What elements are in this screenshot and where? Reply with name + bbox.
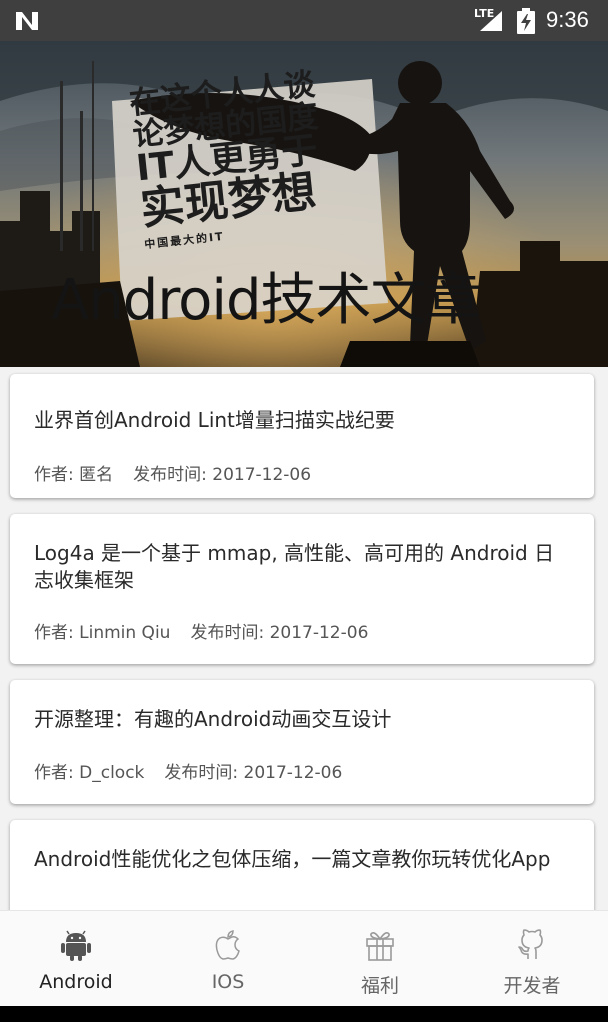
tab-developer[interactable]: 开发者 (456, 911, 608, 1007)
system-nav-bar (0, 1006, 608, 1022)
tab-label: 开发者 (503, 975, 561, 997)
article-date: 发布时间: 2017-12-06 (190, 623, 369, 643)
article-title: Log4a 是一个基于 mmap, 高性能、高可用的 Android 日志收集框… (34, 541, 555, 592)
article-date: 发布时间: 2017-12-06 (164, 763, 343, 783)
tab-label: Android (39, 971, 113, 993)
battery-charging-icon (517, 8, 535, 34)
article-card[interactable]: 开源整理：有趣的Android动画交互设计 作者: D_clock 发布时间: 2… (10, 680, 594, 804)
article-author: 作者: 匿名 (34, 465, 114, 485)
poster-slogan: 在这个人人谈 论梦想的国度 IT人更勇于 实现梦想 中国最大的IT (128, 64, 384, 251)
article-author: 作者: D_clock (34, 763, 145, 783)
android-icon (61, 930, 91, 961)
page-title: Android技术文章 (51, 268, 482, 333)
article-author: 作者: Linmin Qiu (34, 623, 171, 643)
hero-banner: 在这个人人谈 论梦想的国度 IT人更勇于 实现梦想 中国最大的IT Androi… (0, 41, 608, 367)
apple-icon (215, 930, 240, 960)
article-title: 开源整理：有趣的Android动画交互设计 (34, 707, 392, 731)
github-icon (518, 929, 543, 959)
clock: 9:36 (546, 7, 589, 32)
article-title: Android性能优化之包体压缩，一篇文章教你玩转优化App (34, 847, 551, 871)
article-meta: 作者: Linmin Qiu 发布时间: 2017-12-06 (34, 618, 368, 643)
article-date: 发布时间: 2017-12-06 (133, 465, 312, 485)
bottom-navigation: Android IOS 福利 开发者 (0, 910, 608, 1006)
article-list[interactable]: 业界首创Android Lint增量扫描实战纪要 作者: 匿名 发布时间: 201… (0, 367, 608, 910)
tab-android[interactable]: Android (0, 911, 152, 1007)
gift-icon (366, 932, 394, 961)
article-title: 业界首创Android Lint增量扫描实战纪要 (34, 408, 395, 432)
article-card[interactable]: Log4a 是一个基于 mmap, 高性能、高可用的 Android 日志收集框… (10, 514, 594, 664)
tab-welfare[interactable]: 福利 (304, 911, 456, 1007)
status-bar: LTE 9:36 (0, 0, 608, 41)
tab-label: 福利 (360, 975, 399, 997)
tab-label: IOS (211, 971, 245, 993)
tab-ios[interactable]: IOS (152, 911, 304, 1007)
article-card[interactable]: 业界首创Android Lint增量扫描实战纪要 作者: 匿名 发布时间: 201… (10, 374, 594, 498)
article-meta: 作者: D_clock 发布时间: 2017-12-06 (34, 758, 342, 783)
article-meta: 作者: 匿名 发布时间: 2017-12-06 (34, 460, 311, 485)
notification-n-icon (16, 12, 38, 30)
signal-icon (480, 11, 502, 31)
article-card[interactable]: Android性能优化之包体压缩，一篇文章教你玩转优化App (10, 820, 594, 910)
